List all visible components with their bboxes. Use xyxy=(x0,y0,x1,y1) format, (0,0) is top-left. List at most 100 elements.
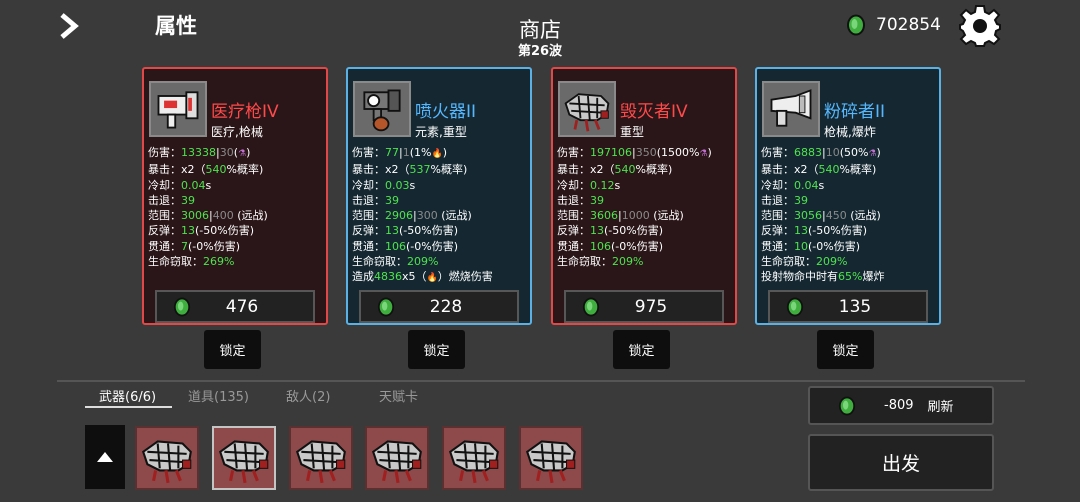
depart-button[interactable]: 出发 xyxy=(808,434,994,491)
medical-gun-icon xyxy=(149,81,207,137)
stat-value: (-50%伤害) xyxy=(399,224,459,238)
stat-value: (远战) xyxy=(233,209,268,223)
inventory-slot[interactable] xyxy=(135,426,199,490)
buy-button[interactable]: 228 xyxy=(359,290,519,323)
tab-enemies[interactable]: 敌人(2) xyxy=(286,386,330,405)
inventory-slot[interactable] xyxy=(212,426,276,490)
refresh-cost: -809 xyxy=(884,398,914,413)
stat-value: 13 xyxy=(590,224,604,238)
price-value: 476 xyxy=(225,296,259,317)
stat-icon: ⚗ xyxy=(868,149,877,159)
stat-label: 击退： xyxy=(557,193,590,207)
lock-button[interactable]: 锁定 xyxy=(817,330,874,369)
inventory-slot[interactable] xyxy=(289,426,353,490)
money-amount: 702854 xyxy=(876,15,941,35)
stat-value: %概率) xyxy=(839,163,877,177)
gear-icon[interactable] xyxy=(958,4,1002,48)
stat-value: 10 xyxy=(825,146,840,159)
tab-items[interactable]: 道具(135) xyxy=(188,386,249,405)
stat-value: 0.12 xyxy=(590,178,615,192)
tab-weapons[interactable]: 武器(6/6) xyxy=(99,386,156,405)
weapon-stats: 伤害：13338|30(⚗) 暴击：x2（540%概率) 冷却：0.04s 击退：39… xyxy=(148,145,268,269)
lock-button[interactable]: 锁定 xyxy=(204,330,261,369)
tab-underline xyxy=(85,406,172,408)
stat-value: (远战) xyxy=(649,209,684,223)
stat-value: s xyxy=(818,178,825,192)
stat-label: 冷却： xyxy=(352,178,385,192)
stat-row: 击退：39 xyxy=(352,193,493,208)
stat-label: 生命窃取： xyxy=(761,255,816,269)
coin-icon xyxy=(838,396,856,415)
lock-button[interactable]: 锁定 xyxy=(613,330,670,369)
destroyer-icon xyxy=(367,428,427,488)
stat-label: 击退： xyxy=(148,193,181,207)
inventory-slot[interactable] xyxy=(519,426,583,490)
tab-talent-cards[interactable]: 天赋卡 xyxy=(379,386,418,405)
stat-label: 反弹： xyxy=(761,224,794,238)
stat-row: 范围：3006|400 (远战) xyxy=(148,208,268,223)
stat-value: (-50%伤害) xyxy=(604,224,664,238)
stat-label: 伤害： xyxy=(761,146,794,159)
stat-label: 暴击： xyxy=(557,163,590,177)
shop-card[interactable]: 医疗枪IV 医疗,枪械 伤害：13338|30(⚗) 暴击：x2（540%概率) 冷却：… xyxy=(142,67,328,325)
lock-button[interactable]: 锁定 xyxy=(408,330,465,369)
stat-label: 伤害： xyxy=(148,146,181,159)
stat-value: (-0%伤害) xyxy=(406,239,459,253)
stat-value: ) xyxy=(707,146,712,159)
stat-value: 540 xyxy=(818,163,840,177)
stat-icon: 🔥 xyxy=(426,273,438,284)
stat-label: 伤害： xyxy=(352,146,385,159)
stat-icon: 🔥 xyxy=(431,149,443,159)
shop-card[interactable]: 喷火器II 元素,重型 伤害：77|1(1%🔥) 暴击：x2（537%概率) 冷却：0.… xyxy=(346,67,532,325)
stat-value: 269% xyxy=(203,255,235,269)
stat-row: 击退：39 xyxy=(148,193,268,208)
flamethrower-icon xyxy=(353,81,411,137)
stat-row: 暴击：x2（540%概率) xyxy=(148,162,268,177)
buy-button[interactable]: 135 xyxy=(768,290,928,323)
triangle-up-icon xyxy=(97,452,113,462)
buy-button[interactable]: 476 xyxy=(155,290,315,323)
stat-value: 540 xyxy=(614,163,636,177)
stat-icon: ⚗ xyxy=(699,149,708,159)
stat-label: 击退： xyxy=(352,193,385,207)
weapon-name: 医疗枪IV xyxy=(211,102,279,122)
stat-label: 贯通： xyxy=(557,239,590,253)
weapon-tags: 重型 xyxy=(620,125,645,139)
stat-label: 击退： xyxy=(761,193,794,207)
shop-card[interactable]: 粉碎者II 枪械,爆炸 伤害：6883|10(50%⚗) 暴击：x2（540%概率) 冷… xyxy=(755,67,941,325)
stat-row: 生命窃取：209% xyxy=(761,254,884,269)
refresh-button[interactable]: -809 刷新 xyxy=(808,386,994,425)
stat-value: s xyxy=(205,178,212,192)
stat-row: 范围：2906|300 (远战) xyxy=(352,208,493,223)
buy-button[interactable]: 975 xyxy=(564,290,724,323)
weapon-stats: 伤害：6883|10(50%⚗) 暴击：x2（540%概率) 冷却：0.04s 击退：… xyxy=(761,145,884,285)
stat-value: 39 xyxy=(385,193,399,207)
stat-row: 击退：39 xyxy=(557,193,712,208)
stat-value: 1000 xyxy=(621,209,650,223)
stat-value: 2906 xyxy=(385,209,413,223)
coin-icon xyxy=(377,297,395,316)
stat-value: 13 xyxy=(794,224,808,238)
stat-value: 39 xyxy=(181,193,195,207)
stat-label: 贯通： xyxy=(148,239,181,253)
inventory-slot[interactable] xyxy=(442,426,506,490)
stat-value: x2（ xyxy=(181,163,206,177)
weapon-tags: 元素,重型 xyxy=(415,125,467,139)
stat-value: %概率) xyxy=(635,163,673,177)
destroyer-icon xyxy=(558,81,616,137)
expand-button[interactable] xyxy=(85,425,125,489)
stat-value: x2（ xyxy=(385,163,410,177)
stat-row: 贯通：106(-0%伤害) xyxy=(352,239,493,254)
inventory-slot[interactable] xyxy=(365,426,429,490)
coin-icon xyxy=(173,297,191,316)
stat-value: x2（ xyxy=(590,163,615,177)
stat-row: 生命窃取：269% xyxy=(148,254,268,269)
stat-value: (50% xyxy=(839,146,869,159)
money-display: 702854 xyxy=(846,14,941,36)
stat-value: 3006 xyxy=(181,209,209,223)
stat-value: ) xyxy=(442,146,447,159)
stat-value: 209% xyxy=(816,255,848,269)
stat-row: 伤害：13338|30(⚗) xyxy=(148,145,268,162)
shop-card[interactable]: 毁灭者IV 重型 伤害：197106|350(1500%⚗) 暴击：x2（540%概率… xyxy=(551,67,737,325)
stat-value: (远战) xyxy=(437,209,472,223)
